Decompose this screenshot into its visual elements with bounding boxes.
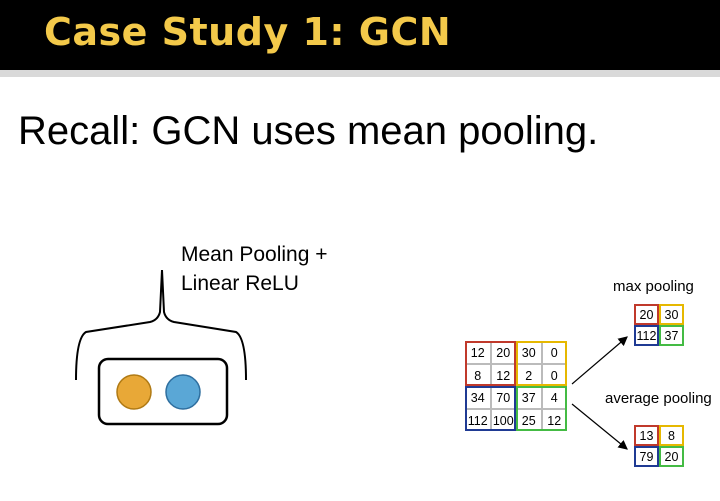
- max-pooling-label: max pooling: [613, 278, 694, 295]
- input-cell: 0: [541, 363, 567, 386]
- input-cell: 30: [516, 341, 542, 364]
- input-cell: 20: [490, 341, 516, 364]
- aggregation-figure: [75, 269, 628, 450]
- input-cell: 25: [516, 408, 542, 431]
- avg-pooling-label: average pooling: [605, 390, 712, 407]
- input-cell: 12: [490, 363, 516, 386]
- input-cell: 37: [516, 386, 542, 409]
- input-cell: 34: [465, 386, 491, 409]
- arrow-to-max: [571, 336, 628, 385]
- input-cell: 70: [490, 386, 516, 409]
- input-cell: 8: [465, 363, 491, 386]
- input-cell: 12: [541, 408, 567, 431]
- input-cell: 2: [516, 363, 542, 386]
- max-cell: 37: [659, 325, 684, 346]
- max-cell: 20: [634, 304, 659, 325]
- node-blue: [165, 374, 201, 410]
- input-cell: 0: [541, 341, 567, 364]
- input-cell: 112: [465, 408, 491, 431]
- avg-cell: 8: [659, 425, 684, 446]
- avg-cell: 13: [634, 425, 659, 446]
- node-orange: [116, 374, 152, 410]
- input-cell: 12: [465, 341, 491, 364]
- avg-cell: 79: [634, 446, 659, 467]
- max-cell: 30: [659, 304, 684, 325]
- arrow-to-avg: [571, 403, 628, 450]
- input-cell: 4: [541, 386, 567, 409]
- input-cell: 100: [490, 408, 516, 431]
- max-cell: 112: [634, 325, 659, 346]
- avg-cell: 20: [659, 446, 684, 467]
